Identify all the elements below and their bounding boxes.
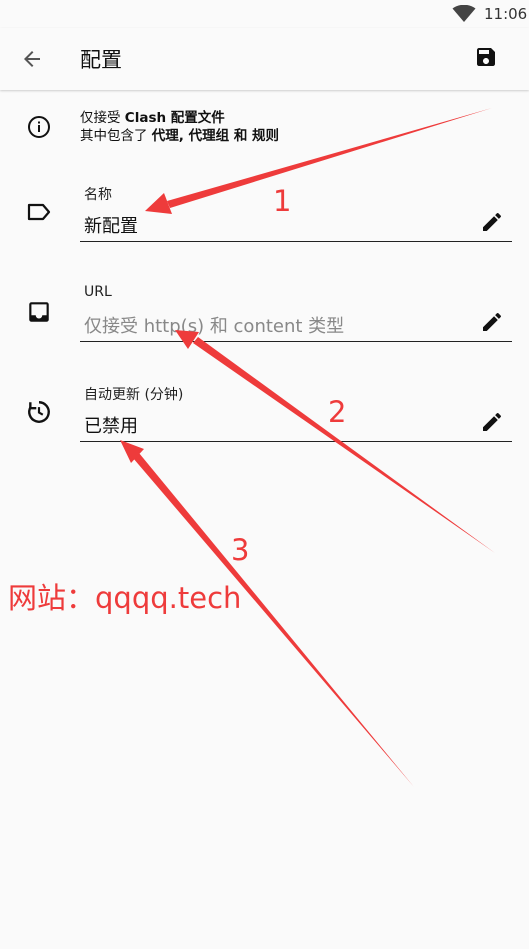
watermark-text: 网站：qqqq.tech	[8, 581, 242, 615]
annotation-number-1: 1	[273, 184, 292, 218]
annotation-arrows	[120, 108, 495, 787]
annotation-arrow-1	[167, 108, 492, 208]
annotation-arrow-2	[193, 337, 495, 553]
annotation-arrow-3	[133, 453, 414, 787]
annotation-arrow-2-head	[175, 330, 199, 349]
annotation-number-3: 3	[231, 533, 250, 567]
annotation-number-2: 2	[328, 395, 347, 429]
annotation-arrow-1-head	[145, 193, 172, 214]
